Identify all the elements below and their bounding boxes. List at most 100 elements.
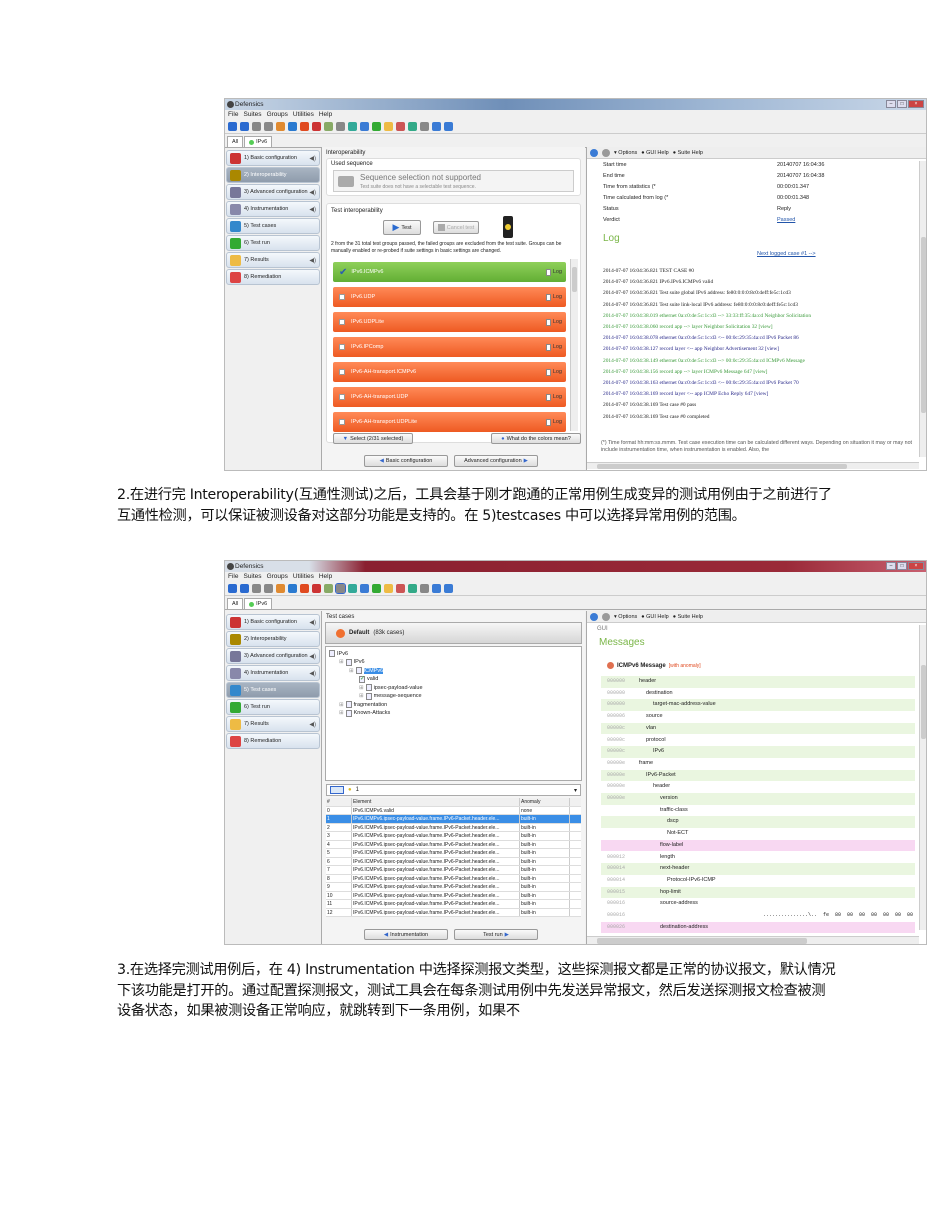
toolbar-icon[interactable] xyxy=(372,583,381,593)
table-row[interactable]: 7 IPv6.ICMPv6.ipsec-payload-value.frame.I… xyxy=(326,866,581,875)
message-field-row[interactable]: 000026 destination-address xyxy=(601,921,915,934)
message-field-row[interactable]: dscp xyxy=(601,816,915,828)
message-field-row[interactable]: 00000e frame xyxy=(601,758,915,770)
toolbar-icon[interactable] xyxy=(384,121,393,131)
sidebar-item-6[interactable]: 6) Test run xyxy=(226,699,320,715)
log-link[interactable]: Log xyxy=(545,293,562,301)
speaker-icon[interactable]: ◀) xyxy=(309,257,316,264)
tree-node[interactable]: IPv6 xyxy=(329,650,348,657)
table-row[interactable]: 4 IPv6.ICMPv6.ipsec-payload-value.frame.I… xyxy=(326,840,581,849)
toolbar-icon[interactable] xyxy=(264,583,273,593)
test-group-row[interactable]: IPv6-AH-transport.UDPLite Log xyxy=(333,412,566,432)
gui-help-button[interactable]: ● GUI Help xyxy=(641,614,668,620)
message-field-row[interactable]: 00000c IPv6 xyxy=(601,746,915,758)
sidebar-item-8[interactable]: 8) Remediation xyxy=(226,733,320,749)
sidebar-item-1[interactable]: 1) Basic configuration ◀) xyxy=(226,614,320,630)
select-button[interactable]: ▼ Select (2/31 selected) xyxy=(333,433,413,444)
messages-hscrollbar[interactable] xyxy=(587,936,919,944)
sidebar-item-5[interactable]: 5) Test cases xyxy=(226,682,320,698)
profile-header[interactable]: Default (83k cases) xyxy=(325,622,582,644)
log-link[interactable]: Log xyxy=(545,318,562,326)
sidebar-item-2[interactable]: 2) Interoperability xyxy=(226,167,320,183)
tab-all[interactable]: All xyxy=(227,598,244,609)
toolbar-icon[interactable] xyxy=(240,583,249,593)
sidebar-item-8[interactable]: 8) Remediation xyxy=(226,269,320,285)
menu-help[interactable]: Help xyxy=(319,110,332,119)
message-field-row[interactable]: 00000e IPv6-Packet xyxy=(601,769,915,782)
toolbar-icon[interactable] xyxy=(324,121,333,131)
group-checkbox[interactable] xyxy=(339,294,345,300)
forward-icon[interactable] xyxy=(602,612,610,621)
message-field-row[interactable]: 000000 header xyxy=(601,676,915,688)
speaker-icon[interactable]: ◀) xyxy=(309,619,316,626)
menu-file[interactable]: File xyxy=(228,110,238,119)
sidebar-item-4[interactable]: 4) Instrumentation ◀) xyxy=(226,665,320,681)
toolbar-icon[interactable] xyxy=(444,583,453,593)
table-row[interactable]: 12 IPv6.ICMPv6.ipsec-payload-value.frame.… xyxy=(326,908,581,917)
speaker-icon[interactable]: ◀) xyxy=(309,721,316,728)
sidebar-item-6[interactable]: 6) Test run xyxy=(226,235,320,251)
toolbar-icon[interactable] xyxy=(348,583,357,593)
filter-dropdown-icon[interactable]: ▾ xyxy=(574,787,577,794)
back-instrumentation-button[interactable]: ◀ Instrumentation xyxy=(364,929,448,940)
expand-icon[interactable]: ⊞ xyxy=(339,702,344,708)
maximize-button[interactable]: □ xyxy=(897,562,907,570)
toolbar-icon[interactable] xyxy=(396,583,405,593)
log-hscrollbar[interactable] xyxy=(587,462,919,469)
toolbar-icon[interactable] xyxy=(240,121,249,131)
expand-icon[interactable]: ⊞ xyxy=(359,693,364,699)
table-row[interactable]: 10 IPv6.ICMPv6.ipsec-payload-value.frame.… xyxy=(326,891,581,900)
back-icon[interactable] xyxy=(590,612,598,621)
toolbar-icon[interactable] xyxy=(324,583,333,593)
group-checkbox[interactable] xyxy=(339,319,345,325)
toolbar-icon[interactable] xyxy=(276,121,285,131)
message-field-row[interactable]: traffic-class xyxy=(601,805,915,817)
toolbar-icon[interactable] xyxy=(312,121,321,131)
back-icon[interactable] xyxy=(590,148,598,157)
sidebar-item-7[interactable]: 7) Results ◀) xyxy=(226,252,320,268)
message-field-row[interactable]: 00000e header xyxy=(601,781,915,793)
menu-utilities[interactable]: Utilities xyxy=(293,110,314,119)
toolbar-icon[interactable] xyxy=(360,121,369,131)
column-header[interactable]: Element xyxy=(352,798,520,806)
toolbar-icon[interactable] xyxy=(300,121,309,131)
test-group-row[interactable]: IPv6-AH-transport.ICMPv6 Log xyxy=(333,362,566,382)
test-group-row[interactable]: IPv6.UDPLite Log xyxy=(333,312,566,332)
message-field-row[interactable]: 000000 destination xyxy=(601,688,915,700)
toolbar-icon[interactable] xyxy=(432,121,441,131)
test-group-row[interactable]: IPv6.IPComp Log xyxy=(333,337,566,357)
log-link[interactable]: Log xyxy=(545,343,562,351)
toolbar-icon[interactable] xyxy=(408,583,417,593)
table-row[interactable]: 0 IPv6.ICMPv6.valid none xyxy=(326,806,581,815)
toolbar-icon[interactable] xyxy=(288,121,297,131)
toolbar-icon[interactable] xyxy=(372,121,381,131)
detail-value[interactable]: Passed xyxy=(777,217,795,223)
message-field-row[interactable]: 00000e version xyxy=(601,793,915,805)
toolbar-icon[interactable] xyxy=(276,583,285,593)
message-field-row[interactable]: 000006 source xyxy=(601,711,915,723)
group-scrollbar[interactable] xyxy=(570,259,578,431)
toolbar-icon[interactable] xyxy=(312,583,321,593)
toolbar-icon[interactable] xyxy=(420,583,429,593)
menu-utilities[interactable]: Utilities xyxy=(293,572,314,581)
message-field-row[interactable]: 000016 ...............\.. fe 80 00 00 00 … xyxy=(601,910,915,922)
menu-suites[interactable]: Suites xyxy=(243,110,261,119)
menu-help[interactable]: Help xyxy=(319,572,332,581)
log-link[interactable]: Log xyxy=(545,393,562,401)
tree-node[interactable]: ⊞ Known-Attacks xyxy=(339,709,390,717)
sidebar-item-1[interactable]: 1) Basic configuration ◀) xyxy=(226,150,320,166)
toolbar-icon[interactable] xyxy=(288,583,297,593)
tree-node[interactable]: ⊞ message-sequence xyxy=(359,692,422,700)
speaker-icon[interactable]: ◀) xyxy=(309,670,316,677)
toolbar-icon[interactable] xyxy=(420,121,429,131)
expand-icon[interactable]: ⊞ xyxy=(349,668,354,674)
tab-ipv6[interactable]: IPv6 xyxy=(244,598,273,609)
message-field-row[interactable]: 000016 source-address xyxy=(601,898,915,910)
toolbar-icon[interactable] xyxy=(348,121,357,131)
close-button[interactable]: × xyxy=(908,100,924,108)
toolbar-icon[interactable] xyxy=(408,121,417,131)
maximize-button[interactable]: □ xyxy=(897,100,907,108)
colors-help-button[interactable]: ● What do the colors mean? xyxy=(491,433,581,444)
tree-node[interactable]: ⊞ ipsec-payload-value xyxy=(359,684,423,691)
options-button[interactable]: ▾ Options xyxy=(614,614,637,620)
